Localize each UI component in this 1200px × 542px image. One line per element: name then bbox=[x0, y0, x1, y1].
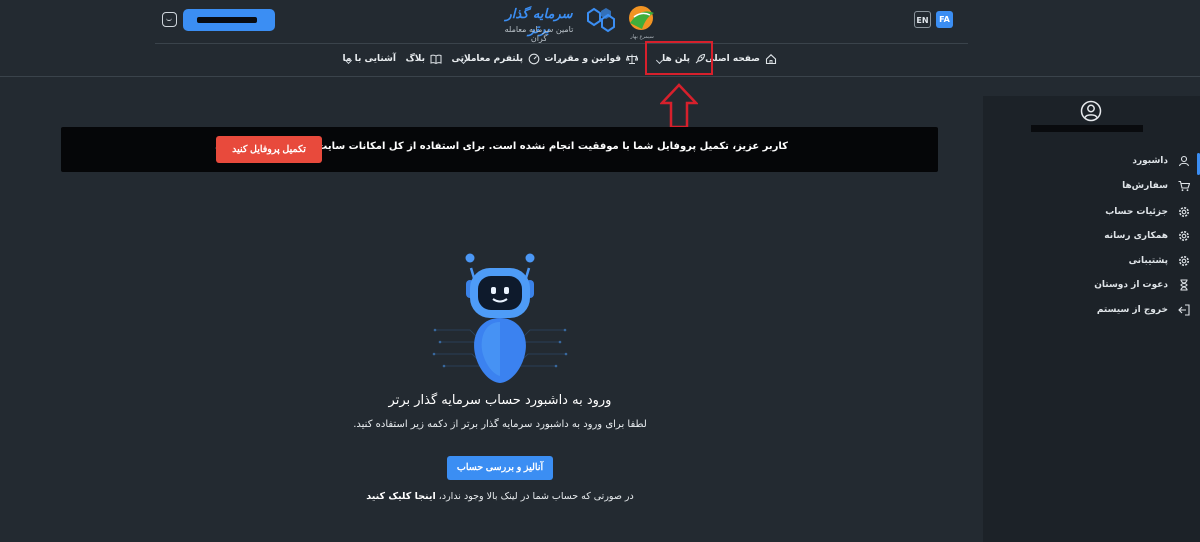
sidebar-item-invite-friends[interactable]: دعوت از دوستان bbox=[990, 275, 1190, 295]
home-icon bbox=[765, 54, 777, 65]
page-subtitle: لطفا برای ورود به داشبورد سرمایه گذار بر… bbox=[353, 419, 647, 430]
scale-icon bbox=[626, 54, 638, 64]
page-title: ورود به داشبورد حساب سرمایه گذار برتر bbox=[388, 393, 612, 408]
main-nav: صفحه اصلی پلن ها قوانین و مقررات پلتفرم … bbox=[0, 44, 1200, 76]
avatar-icon bbox=[1080, 100, 1102, 122]
click-here-link[interactable]: اینجا کلیک کنید bbox=[366, 491, 436, 502]
redacted-username bbox=[197, 17, 257, 23]
user-account-button[interactable] bbox=[183, 9, 275, 31]
sidebar-item-support[interactable]: پشتیبانی bbox=[990, 251, 1190, 271]
redacted-account-name bbox=[1031, 125, 1143, 132]
logo-badge-icon bbox=[629, 6, 654, 30]
sidebar-item-label: جزئیات حساب bbox=[1105, 207, 1168, 217]
annotation-arrow-icon bbox=[660, 83, 698, 129]
cart-icon bbox=[1178, 180, 1190, 192]
nav-item-rules[interactable]: قوانین و مقررات bbox=[544, 44, 639, 76]
nav-item-blog[interactable]: بلاگ bbox=[405, 44, 442, 76]
nav-item-label: بلاگ bbox=[405, 54, 425, 64]
cart-icon[interactable] bbox=[162, 12, 177, 27]
nav-item-label: قوانین و مقررات bbox=[544, 54, 621, 64]
book-icon bbox=[430, 54, 442, 65]
sidebar-item-label: همکاری رسانه bbox=[1104, 231, 1168, 241]
account-sidebar: داشبورد سفارش‌ها جزئیات حساب همکاری رسان… bbox=[983, 96, 1200, 542]
sidebar-item-label: سفارش‌ها bbox=[1122, 181, 1168, 191]
nav-item-home[interactable]: صفحه اصلی bbox=[705, 44, 778, 76]
sidebar-item-label: خروج از سیستم bbox=[1096, 305, 1168, 315]
nav-item-label: صفحه اصلی bbox=[705, 54, 760, 64]
sidebar-item-label: پشتیبانی bbox=[1128, 256, 1168, 266]
gauge-icon bbox=[528, 53, 540, 65]
robot-illustration bbox=[432, 253, 568, 383]
top-header: سرمایه گذار برتر تامین سرمایه معامله گرا… bbox=[0, 0, 1200, 44]
sidebar-item-media-partnership[interactable]: همکاری رسانه bbox=[990, 226, 1190, 246]
logout-icon bbox=[1178, 304, 1190, 316]
highlight-box bbox=[645, 41, 713, 75]
site-logo[interactable]: سرمایه گذار برتر تامین سرمایه معامله گرا… bbox=[500, 3, 660, 43]
nav-item-platform[interactable]: پلتفرم معاملاتی bbox=[452, 44, 541, 76]
logo-subtitle: تامین سرمایه معامله گران bbox=[504, 25, 574, 43]
sidebar-item-dashboard[interactable]: داشبورد bbox=[990, 151, 1190, 171]
sidebar-item-account-details[interactable]: جزئیات حساب bbox=[990, 202, 1190, 222]
footer-note: در صورتی که حساب شما در لینک بالا وجود ن… bbox=[300, 491, 700, 502]
profile-incomplete-alert: کاربر عزیز، تکمیل پروفایل شما با موفقیت … bbox=[61, 127, 938, 172]
gear-icon bbox=[1179, 207, 1189, 217]
analyze-account-button[interactable]: آنالیز و بررسی حساب bbox=[447, 456, 553, 480]
sidebar-item-label: دعوت از دوستان bbox=[1094, 280, 1168, 290]
hourglass-icon bbox=[1180, 279, 1188, 291]
nav-item-about[interactable]: آشنایی با ما bbox=[343, 44, 396, 76]
sidebar-item-label: داشبورد bbox=[1132, 156, 1168, 166]
complete-profile-button[interactable]: تکمیل پروفایل کنید bbox=[216, 136, 322, 163]
gear-icon bbox=[1179, 256, 1189, 266]
lang-fa-button[interactable]: FA bbox=[936, 11, 953, 28]
gear-icon bbox=[1179, 231, 1189, 241]
footer-note-text: در صورتی که حساب شما در لینک بالا وجود ن… bbox=[438, 491, 634, 502]
logo-mark-icon bbox=[587, 7, 615, 33]
nav-divider bbox=[0, 76, 1200, 77]
lang-en-button[interactable]: EN bbox=[914, 11, 931, 28]
user-icon bbox=[1178, 155, 1190, 167]
logo-badge-text: سیمرغ بهار bbox=[630, 34, 654, 40]
sidebar-item-orders[interactable]: سفارش‌ها bbox=[990, 176, 1190, 196]
sidebar-item-logout[interactable]: خروج از سیستم bbox=[990, 300, 1190, 320]
